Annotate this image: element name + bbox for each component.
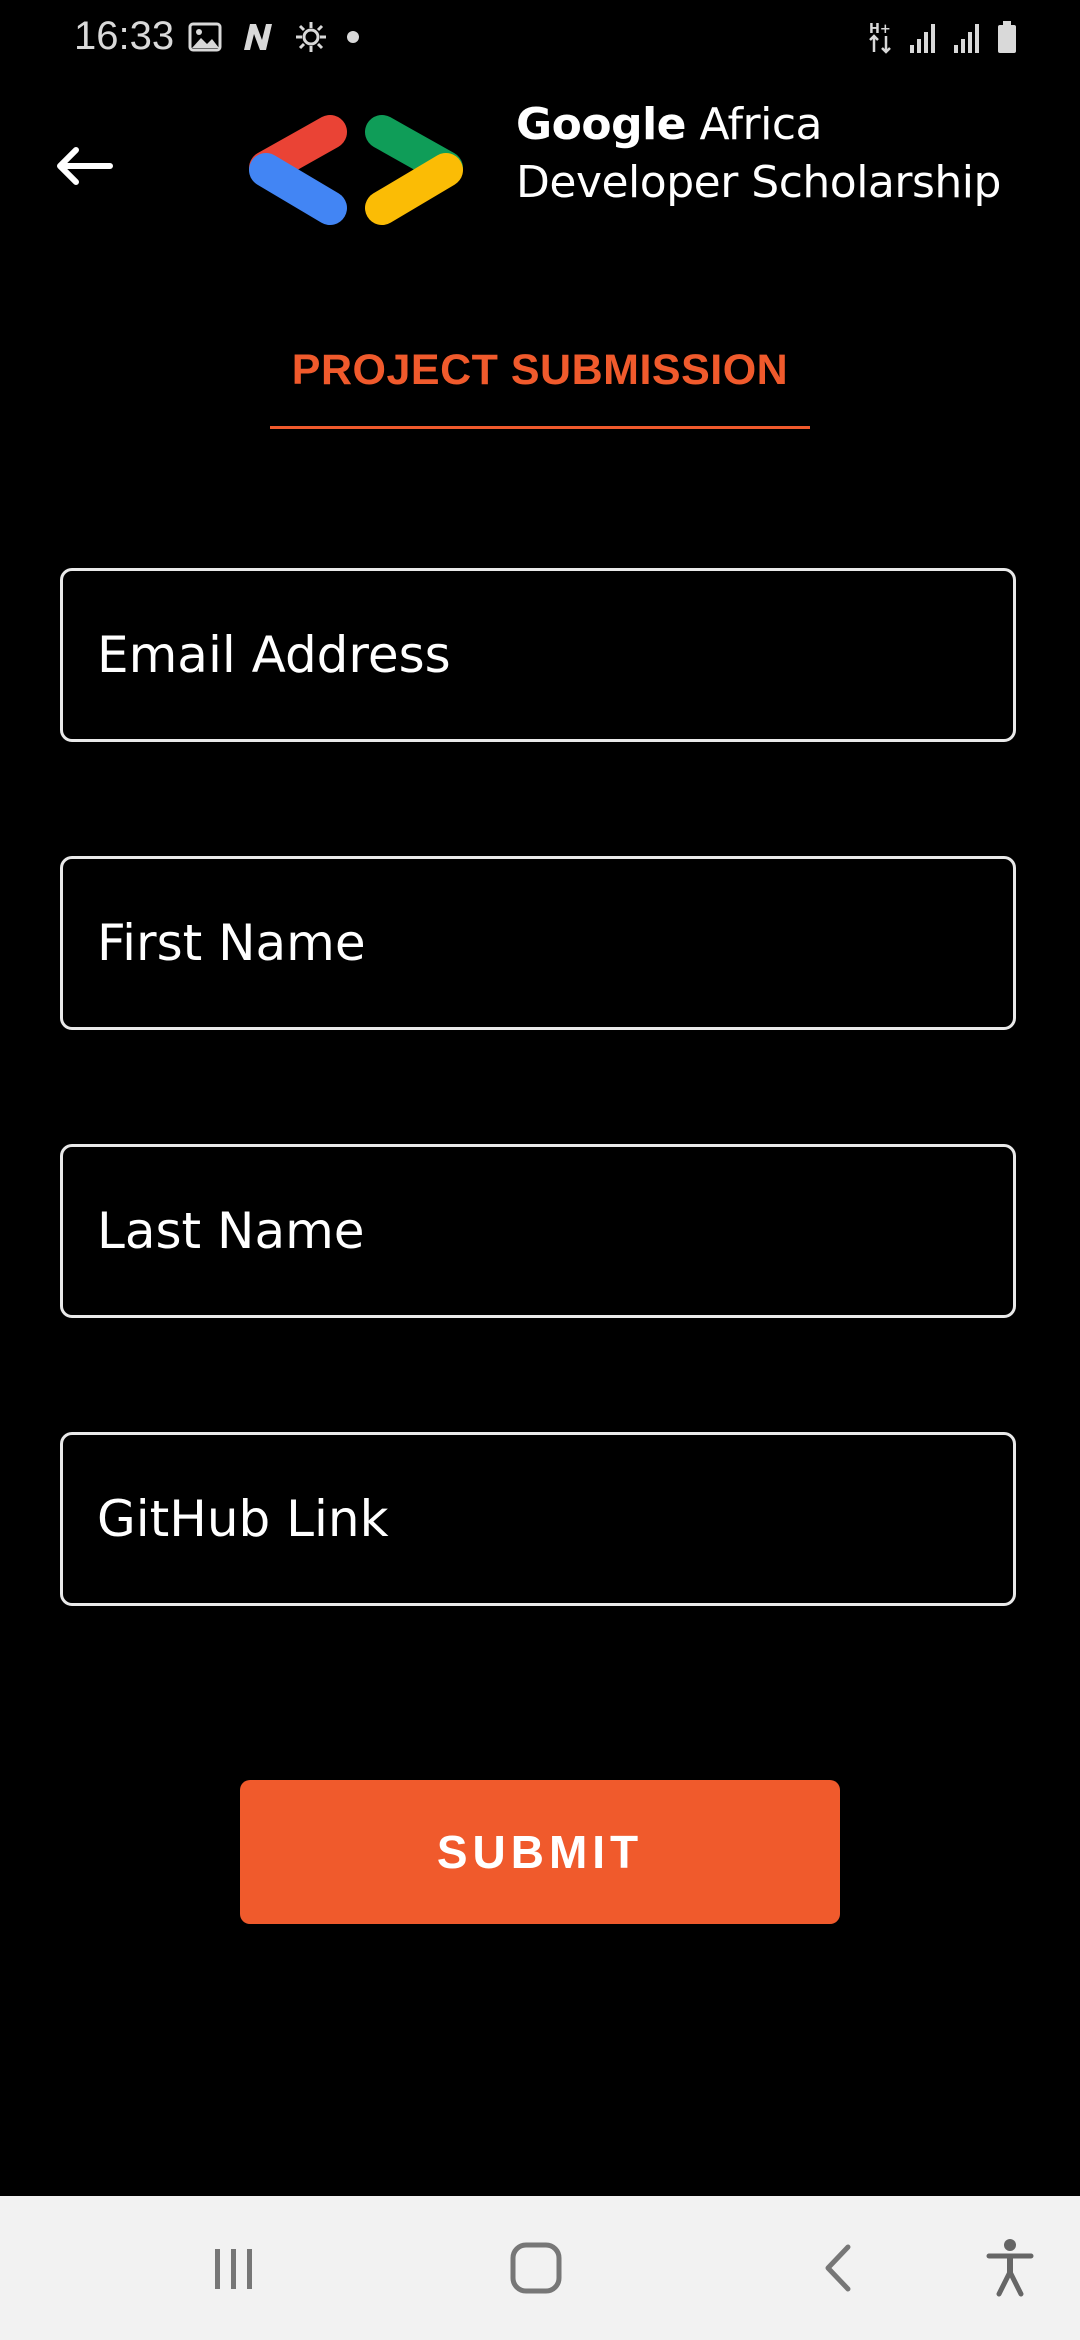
data-arrows-icon: H+ <box>868 20 894 59</box>
first-name-field[interactable] <box>60 856 1016 1030</box>
status-time: 16:33 <box>74 14 175 58</box>
status-bar: 16:33 H+ <box>0 0 1080 84</box>
github-link-field[interactable] <box>60 1432 1016 1606</box>
recents-button[interactable] <box>174 2196 294 2340</box>
system-status-icons: H+ <box>868 20 1018 59</box>
brand-title: Google Africa Developer Scholarship <box>516 96 1001 212</box>
email-field[interactable] <box>60 568 1016 742</box>
last-name-input[interactable] <box>63 1147 1013 1315</box>
home-button[interactable] <box>476 2196 596 2340</box>
screen: 16:33 H+ Google Africa Developer Scholar… <box>0 0 1080 2340</box>
signal-icon-2 <box>952 21 982 58</box>
email-input[interactable] <box>63 571 1013 739</box>
settings-cog-icon <box>294 20 328 59</box>
system-back-button[interactable] <box>778 2196 898 2340</box>
google-developers-logo-icon <box>240 110 472 230</box>
page-title: PROJECT SUBMISSION <box>291 346 789 394</box>
n-app-icon <box>240 22 276 57</box>
back-icon <box>825 2244 851 2292</box>
github-link-input[interactable] <box>63 1435 1013 1603</box>
image-icon <box>188 22 222 57</box>
brand-subtitle: Developer Scholarship <box>516 157 1001 208</box>
notification-icons <box>188 20 360 59</box>
dot-icon <box>346 30 360 49</box>
signal-icon <box>908 21 938 58</box>
brand-africa: Africa <box>686 99 822 150</box>
battery-icon <box>996 20 1018 59</box>
last-name-field[interactable] <box>60 1144 1016 1318</box>
first-name-input[interactable] <box>63 859 1013 1027</box>
title-underline <box>270 426 810 429</box>
svg-text:H+: H+ <box>869 22 891 37</box>
brand-google: Google <box>516 99 687 150</box>
back-button[interactable] <box>48 130 120 202</box>
system-nav-bar <box>0 2196 1080 2340</box>
accessibility-icon <box>986 2239 1034 2297</box>
recents-icon <box>215 2249 252 2289</box>
accessibility-button[interactable] <box>950 2196 1070 2340</box>
home-icon <box>510 2242 562 2294</box>
submit-button[interactable]: SUBMIT <box>240 1780 840 1924</box>
arrow-left-icon <box>57 147 113 185</box>
